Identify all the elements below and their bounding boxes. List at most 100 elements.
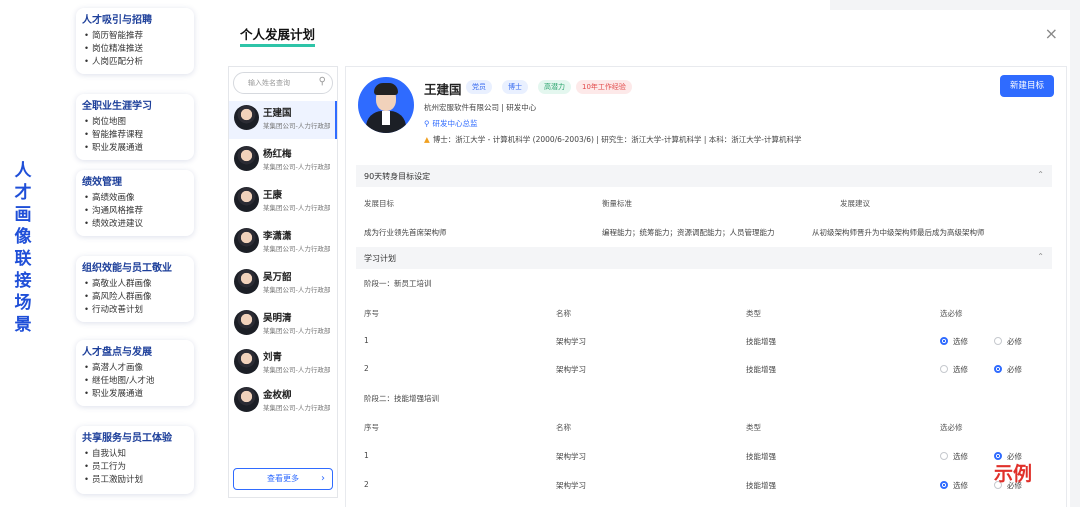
search-icon: ⚲: [318, 76, 326, 87]
search-input[interactable]: 输入姓名查询 ⚲: [233, 72, 333, 94]
study-header: 类型: [746, 423, 761, 432]
required-radio[interactable]: [994, 365, 1002, 373]
category-item: 行动改善计划: [82, 304, 188, 317]
avatar: [234, 349, 259, 374]
person-item[interactable]: 王康 某集团公司-人力行政部: [229, 183, 337, 221]
course-type: 技能增强: [746, 481, 776, 490]
person-org: 某集团公司-人力行政部: [263, 204, 331, 212]
study-header: 名称: [556, 423, 571, 432]
close-icon[interactable]: ×: [1045, 24, 1058, 43]
title-char: 画: [14, 205, 32, 225]
category-item: 智能推荐课程: [82, 129, 188, 142]
profile-position-line: ⚲ 研发中心总监: [424, 118, 478, 129]
title-char: 联: [14, 249, 32, 269]
title-char: 才: [14, 183, 32, 203]
person-item[interactable]: 吴万韶 某集团公司-人力行政部: [229, 265, 337, 303]
person-name: 王康: [263, 190, 283, 201]
avatar: [234, 310, 259, 335]
category-item: 岗位精准推送: [82, 43, 188, 56]
avatar: [234, 146, 259, 171]
elective-radio[interactable]: [940, 481, 948, 489]
goal-cell: 编程能力；统筹能力；资源调配能力；人员管理能力: [602, 228, 775, 237]
chevron-up-icon[interactable]: ⌃: [1037, 252, 1044, 261]
person-detail: 王建国 党员 博士 高潜力 10年工作经验 新建目标 杭州宏服软件有限公司 | …: [345, 66, 1067, 507]
category-item: 职业发展通道: [82, 388, 188, 401]
profile-position: 研发中心总监: [432, 119, 478, 128]
elective-radio[interactable]: [940, 365, 948, 373]
view-more-button[interactable]: 查看更多 ›: [233, 468, 333, 490]
elective-label: 选修: [953, 481, 968, 490]
person-name: 刘青: [263, 352, 283, 363]
panel-header: 个人发展计划 ×: [226, 10, 1070, 58]
person-item[interactable]: 杨红梅 某集团公司-人力行政部: [229, 142, 337, 180]
category-item: 岗位地图: [82, 116, 188, 129]
person-name: 杨红梅: [263, 149, 292, 160]
category-title: 人才吸引与招聘: [82, 15, 152, 26]
category-card-engagement: 组织效能与员工敬业 高敬业人群画像 高风险人群画像 行动改善计划: [76, 256, 194, 322]
person-name: 李潇潇: [263, 231, 292, 242]
person-item[interactable]: 刘青 某集团公司-人力行政部: [229, 345, 337, 383]
person-icon: ⚲: [424, 119, 430, 128]
course-type: 技能增强: [746, 337, 776, 346]
tag-party-member: 党员: [466, 80, 492, 94]
row-number: 1: [364, 336, 369, 345]
person-item[interactable]: 李潇潇 某集团公司-人力行政部: [229, 224, 337, 262]
course-name: 架构学习: [556, 337, 586, 346]
chevron-right-icon: ›: [321, 473, 325, 484]
person-name: 王建国: [263, 108, 292, 119]
course-type: 技能增强: [746, 365, 776, 374]
row-number: 2: [364, 364, 369, 373]
row-number: 2: [364, 480, 369, 489]
goal-section-title: 90天转身目标设定: [364, 172, 431, 181]
person-item[interactable]: 吴明清 某集团公司-人力行政部: [229, 306, 337, 344]
required-radio[interactable]: [994, 337, 1002, 345]
avatar: [234, 269, 259, 294]
elective-radio[interactable]: [940, 452, 948, 460]
category-item: 员工行为: [82, 461, 188, 474]
person-org: 某集团公司-人力行政部: [263, 404, 331, 412]
person-name: 吴万韶: [263, 272, 292, 283]
goal-section-header[interactable]: 90天转身目标设定 ⌃: [356, 165, 1052, 187]
category-card-shared-services: 共享服务与员工体验 自我认知 员工行为 员工激励计划: [76, 426, 194, 494]
elective-radio[interactable]: [940, 337, 948, 345]
study-section-header[interactable]: 学习计划 ⌃: [356, 247, 1052, 269]
title-char: 景: [14, 315, 32, 335]
goal-cell: 从初级架构师晋升为中级架构师最后成为高级架构师: [812, 228, 985, 237]
category-title: 共享服务与员工体验: [82, 433, 172, 444]
title-char: 像: [14, 227, 32, 247]
tag-high-potential: 高潜力: [538, 80, 571, 94]
study-header: 选必修: [940, 423, 963, 432]
row-number: 1: [364, 451, 369, 460]
chevron-up-icon[interactable]: ⌃: [1037, 170, 1044, 179]
category-card-learning: 全职业生涯学习 岗位地图 智能推荐课程 职业发展通道: [76, 94, 194, 160]
category-item: 简历智能推荐: [82, 30, 188, 43]
view-more-label: 查看更多: [267, 474, 299, 483]
required-label: 必修: [1007, 337, 1022, 346]
category-item: 高潜人才画像: [82, 362, 188, 375]
scenario-vertical-title: 人 才 画 像 联 接 场 景: [12, 160, 34, 336]
person-org: 某集团公司-人力行政部: [263, 122, 331, 130]
course-name: 架构学习: [556, 452, 586, 461]
category-title: 人才盘点与发展: [82, 347, 152, 358]
category-item: 绩效改进建议: [82, 218, 188, 231]
category-item: 继任地图/人才池: [82, 375, 188, 388]
person-org: 某集团公司-人力行政部: [263, 286, 331, 294]
study-header: 名称: [556, 309, 571, 318]
avatar: [234, 105, 259, 130]
new-goal-button[interactable]: 新建目标: [1000, 75, 1054, 97]
profile-avatar: [358, 77, 414, 133]
person-item[interactable]: 金枚柳 某集团公司-人力行政部: [229, 383, 337, 421]
study-header: 选必修: [940, 309, 963, 318]
category-item: 职业发展通道: [82, 142, 188, 155]
category-title: 组织效能与员工敬业: [82, 263, 172, 274]
tag-experience: 10年工作经验: [576, 80, 632, 94]
elective-label: 选修: [953, 452, 968, 461]
title-char: 接: [14, 271, 32, 291]
title-char: 人: [14, 161, 32, 181]
person-item[interactable]: 王建国 某集团公司-人力行政部: [229, 101, 337, 139]
category-title: 绩效管理: [82, 177, 122, 188]
goal-header: 发展建议: [840, 199, 870, 208]
category-item: 高敬业人群画像: [82, 278, 188, 291]
category-card-performance: 绩效管理 高绩效画像 沟通风格推荐 绩效改进建议: [76, 170, 194, 236]
category-card-talent-review: 人才盘点与发展 高潜人才画像 继任地图/人才池 职业发展通道: [76, 340, 194, 406]
